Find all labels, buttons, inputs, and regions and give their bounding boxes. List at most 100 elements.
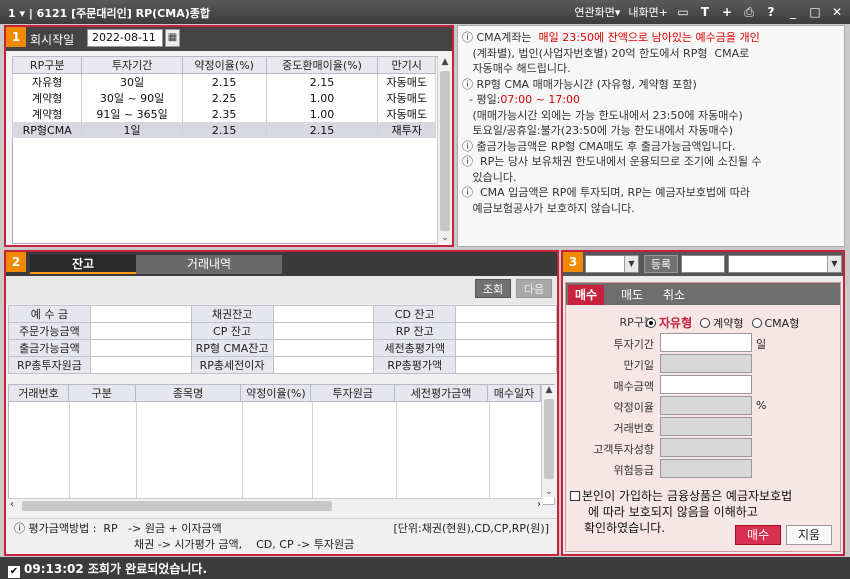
notice-highlight: 07:00 ~ 17:00 [500,93,581,106]
rate-col-header[interactable]: 만기시 [377,56,436,74]
tx-col-header[interactable]: 구분 [67,384,136,402]
tab-buy[interactable]: 매수 [568,285,604,305]
order-field-input[interactable] [660,333,752,352]
scroll-thumb[interactable] [544,399,554,479]
rate-col-header[interactable]: 중도환매이율(%) [265,56,379,74]
date-input[interactable]: 2022-08-11 [87,29,163,47]
notice-line: ⓘ 출금가능금액은 RP형 CMA매도 후 출금가능금액입니다. [462,139,840,155]
account-name-select[interactable]: ▼ [728,255,842,273]
monitor-icon[interactable]: ▭ [676,5,690,19]
summary-label: 출금가능금액 [8,339,91,357]
tab-transactions[interactable]: 거래내역 [136,255,282,274]
valuation-method-line2: 채권 -> 시가평가 금액, CD, CP -> 투자원금 [134,538,355,551]
summary-label: RP 잔고 [373,322,457,340]
rate-row[interactable]: RP형CMA 1일 2.15 2.15 재투자 [11,122,436,138]
summary-value [89,305,192,323]
scroll-down-icon[interactable]: ⌄ [438,233,452,243]
order-field-input[interactable] [660,375,752,394]
rp-type-radio[interactable]: 자유형 [646,314,692,331]
rate-table: RP구분 투자기간 약정이율(%) 중도환매이율(%) 만기시 자유형 30일 2.15 2.… [11,56,436,138]
next-button[interactable]: 다음 [516,279,552,298]
buy-button[interactable]: 매수 [735,525,781,545]
scroll-down-icon[interactable]: ⌄ [542,487,556,497]
tx-col-header[interactable]: 매수일자 [487,384,541,402]
rp-type-radio[interactable]: CMA형 [751,314,799,331]
rate-col-header[interactable]: 투자기간 [81,56,183,74]
rate-col-header[interactable]: 약정이율(%) [181,56,267,74]
calendar-icon[interactable]: ▦ [165,29,180,47]
print-icon[interactable]: ⎙ [742,5,756,19]
status-text: 09:13:02 조회가 완료되었습니다. [24,562,208,576]
rp-type-label: RP구분 [619,316,654,329]
summary-value [272,356,375,374]
rate-cell: 재투자 [377,122,436,138]
order-field-input [660,354,752,373]
close-icon[interactable]: ✕ [830,5,844,19]
hscroll-thumb[interactable] [22,501,332,511]
rp-type-radio[interactable]: 계약형 [700,314,744,331]
tab-cancel[interactable]: 취소 [656,285,692,305]
scroll-right-icon[interactable]: › [537,499,541,510]
order-field-unit: 일 [756,338,767,351]
notice-highlight: 매일 23:50에 잔액으로 남아있는 예수금을 개인 [538,31,760,44]
plus-icon[interactable]: + [720,5,734,19]
order-field-row: 위험등급 [566,459,840,479]
rp-type-option-label: 자유형 [659,316,693,330]
rp-cma-window: 1 ▾ | 6121 [주문대리인] RP(CMA)종합 연관화면▾ 내화면+ … [0,0,850,579]
notice-line: 자동매수 해드립니다. [462,61,840,77]
rate-row[interactable]: 계약형 91일 ~ 365일 2.35 1.00 자동매도 [11,106,436,122]
unit-note: [단위:채권(현원),CD,CP,RP(원)] [393,522,549,535]
consent-checkbox[interactable] [570,491,580,501]
status-bar: ✔ 09:13:02 조회가 완료되었습니다. [0,557,850,579]
tab-sell[interactable]: 매도 [614,285,650,305]
notice-text: 토요일/공휴일:불가(23:50에 가능 한도내에서 자동매수) [462,124,734,137]
rate-row[interactable]: 자유형 30일 2.15 2.15 자동매도 [11,73,436,90]
rate-table-scrollbar[interactable]: ▲ ⌄ [437,57,451,243]
related-screens-menu[interactable]: 연관화면▾ [574,4,620,20]
notice-line: (매매가능시간 외에는 가능 한도내에서 23:50에 자동매수) [462,108,840,124]
date-row: 1 회시작일 2022-08-11 ▦ [6,27,452,51]
transaction-table: 거래번호 구분 종목명 약정이율(%) 투자원금 세전평가금액 매수일자 [8,384,541,402]
tx-col-header[interactable]: 약정이율(%) [240,384,312,402]
tx-col-header[interactable]: 투자원금 [310,384,396,402]
account-number-input[interactable] [681,255,725,273]
scroll-thumb[interactable] [440,71,450,231]
balance-toolbar: 조회 다음 [6,276,557,304]
maximize-icon[interactable]: □ [808,5,822,19]
chevron-down-icon[interactable]: ▼ [624,256,638,272]
notice-text: (계좌별), 법인(사업자번호별) 20억 한도에서 RP형 CMA로 [462,46,750,60]
order-field-row: 약정이율% [566,396,840,416]
title-bar-controls: 연관화면▾ 내화면+ ▭ T + ⎙ ? _ □ ✕ [574,4,844,20]
account-select[interactable]: ▼ [585,255,639,273]
radio-icon[interactable] [751,317,762,328]
tx-col-header[interactable]: 세전평가금액 [394,384,488,402]
order-field-row: 거래번호 [566,417,840,437]
scroll-up-icon[interactable]: ▲ [542,385,556,395]
radio-icon[interactable] [646,317,656,328]
notice-line: ⓘ CMA 입금액은 RP에 투자되며, RP는 예금자보호법에 따라 [462,185,840,201]
tx-col-header[interactable]: 종목명 [134,384,242,402]
rate-col-header[interactable]: RP구분 [11,56,83,74]
summary-row: 주문가능금액 CP 잔고 RP 잔고 [8,322,557,340]
chevron-down-icon[interactable]: ▼ [827,256,841,272]
summary-value [272,322,375,340]
register-button[interactable]: 등록 [644,255,678,273]
tab-balance[interactable]: 잔고 [30,255,136,274]
transaction-vscrollbar[interactable]: ▲ ⌄ [541,385,555,497]
radio-icon[interactable] [700,317,711,328]
my-screens-menu[interactable]: 내화면+ [628,4,668,20]
rate-cell: 30일 ~ 90일 [81,90,183,106]
clear-button[interactable]: 지움 [786,525,832,545]
rate-cell: 자동매도 [377,73,436,90]
scroll-left-icon[interactable]: ‹ [10,499,14,510]
rate-cell: 자동매도 [377,90,436,106]
transaction-hscrollbar[interactable]: ‹ › [8,498,543,512]
rate-row[interactable]: 계약형 30일 ~ 90일 2.25 1.00 자동매도 [11,90,436,106]
text-icon[interactable]: T [698,5,712,19]
scroll-up-icon[interactable]: ▲ [438,57,452,67]
minimize-icon[interactable]: _ [786,5,800,19]
help-icon[interactable]: ? [764,5,778,19]
tx-col-header[interactable]: 거래번호 [8,384,69,402]
summary-label: RP총세전이자 [190,356,274,374]
query-button[interactable]: 조회 [475,279,511,298]
